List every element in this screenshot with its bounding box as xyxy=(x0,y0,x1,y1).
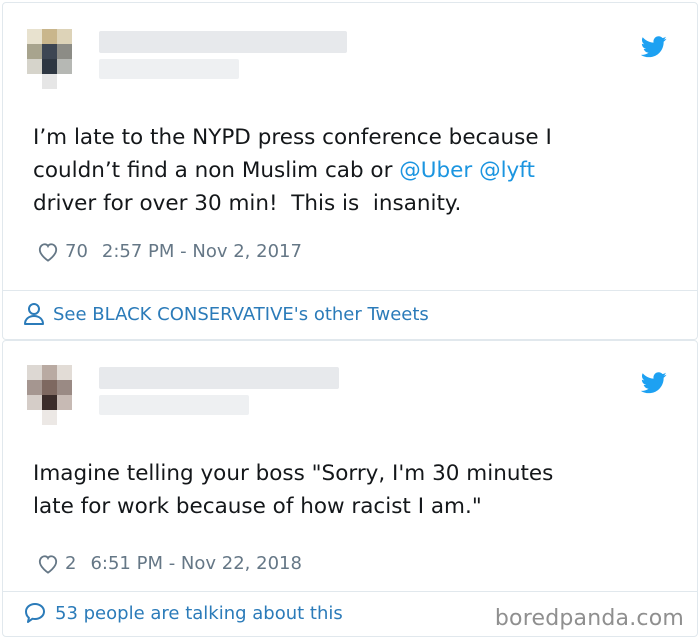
conversation-link[interactable]: 53 people are talking about this xyxy=(23,601,343,625)
twitter-bird-icon[interactable] xyxy=(641,372,667,394)
tweet-card: I’m late to the NYPD press conference be… xyxy=(2,2,698,340)
avatar[interactable] xyxy=(27,29,87,89)
twitter-bird-icon[interactable] xyxy=(641,36,667,58)
speech-bubble-icon xyxy=(25,603,45,623)
like-count: 2 xyxy=(65,553,77,574)
timestamp[interactable]: 2:57 PM - Nov 2, 2017 xyxy=(102,241,302,262)
mention-link[interactable]: @lyft xyxy=(479,158,535,183)
tweet-text: Imagine telling your boss "Sorry, I'm 30… xyxy=(33,461,554,519)
tweet-meta: 70 2:57 PM - Nov 2, 2017 xyxy=(37,241,302,262)
divider xyxy=(3,290,697,291)
person-icon xyxy=(24,303,44,325)
watermark: boredpanda.com xyxy=(494,606,684,631)
like-count: 70 xyxy=(65,241,88,262)
tweet-text: I’m late to the NYPD press conference be… xyxy=(33,121,637,220)
username-blurred[interactable] xyxy=(99,59,239,79)
heart-icon[interactable] xyxy=(37,554,59,574)
see-other-tweets-label: See BLACK CONSERVATIVE's other Tweets xyxy=(53,303,429,325)
display-name-blurred[interactable] xyxy=(99,367,339,389)
divider xyxy=(3,591,697,592)
tweet-meta: 2 6:51 PM - Nov 22, 2018 xyxy=(37,553,302,574)
display-name-blurred[interactable] xyxy=(99,31,347,53)
tweet-text-part: driver for over 30 min! This is insanity… xyxy=(33,191,462,216)
see-other-tweets-link[interactable]: See BLACK CONSERVATIVE's other Tweets xyxy=(23,302,429,326)
avatar[interactable] xyxy=(27,365,87,425)
username-blurred[interactable] xyxy=(99,395,249,415)
heart-icon[interactable] xyxy=(37,242,59,262)
timestamp[interactable]: 6:51 PM - Nov 22, 2018 xyxy=(90,553,301,574)
tweet-card: Imagine telling your boss "Sorry, I'm 30… xyxy=(2,340,698,637)
conversation-label: 53 people are talking about this xyxy=(55,602,343,624)
mention-link[interactable]: @Uber xyxy=(399,158,472,183)
